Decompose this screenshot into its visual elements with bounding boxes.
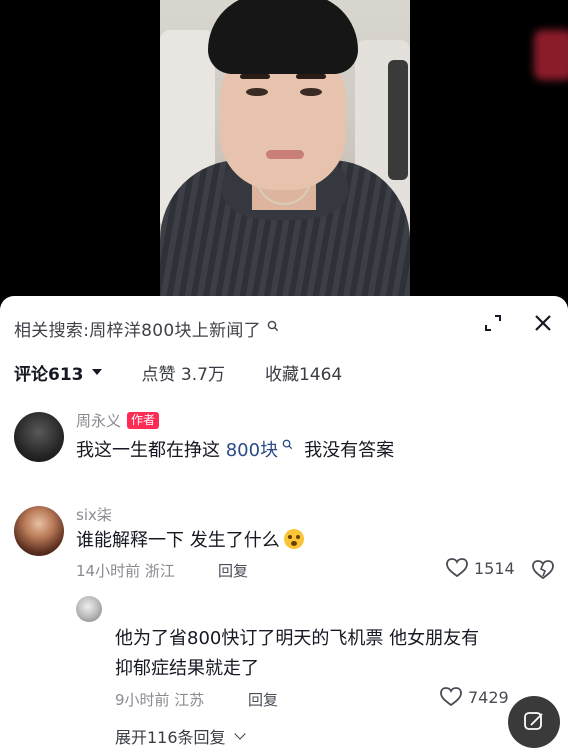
reply-text: 他为了省800快订了明天的飞机票 他女朋友有 抑郁症结果就走了 [115,628,480,679]
comment-text: 我这一生都在挣这 800块 我没有答案 [76,439,395,461]
hair [208,0,358,74]
likes-count: 点赞 3.7万 [141,364,225,385]
keyword-link[interactable]: 800块 [226,440,278,461]
eye-left [246,88,268,96]
chevron-down-icon [233,728,246,740]
mouth [266,150,304,159]
expand-replies-label: 展开116条回复 [115,728,226,747]
related-search[interactable]: 相关搜索:周梓洋800块上新闻了 [14,316,279,341]
reply-button[interactable]: 回复 [248,689,278,710]
comments-panel: 相关搜索:周梓洋800块上新闻了 评论613 点赞 3.7万 收藏1464 周永… [0,296,568,753]
broken-heart-icon[interactable] [532,560,554,580]
window [388,60,408,180]
shocked-emoji-icon [283,529,304,549]
favorites-count-tab[interactable]: 收藏1464 [265,360,342,385]
red-marker [534,30,568,80]
comment-username[interactable]: six柒 [76,504,112,525]
comment-username[interactable]: 周永义 作者 [76,410,160,431]
likes-count-tab[interactable]: 点赞 3.7万 [142,360,225,385]
avatar[interactable] [14,506,64,556]
chevron-down-icon [91,369,102,375]
stats-bar: 评论613 点赞 3.7万 收藏1464 [14,360,382,385]
video-player[interactable] [0,0,568,296]
comments-count: 评论613 [14,364,84,385]
favorites-count: 收藏1464 [264,364,343,385]
avatar[interactable] [14,412,64,462]
like-count: 1514 [474,558,515,578]
edit-icon [524,712,543,730]
heart-icon [440,687,462,707]
author-badge: 作者 [127,412,160,429]
video-frame [160,0,410,296]
comments-count-tab[interactable]: 评论613 [14,360,102,385]
expand-replies-button[interactable]: 展开116条回复 [115,724,246,748]
eye-right [300,88,322,96]
related-search-query[interactable]: 周梓洋800块上新闻了 [89,321,261,341]
username-text: 周永义 [76,412,122,430]
like-count: 7429 [468,687,509,707]
edit-button[interactable] [508,696,560,748]
heart-icon [446,558,468,578]
expand-icon[interactable] [482,312,504,334]
like-button[interactable]: 1514 [446,558,515,578]
brow-right [296,74,326,79]
comment-meta: 14小时前 浙江 [76,562,175,580]
brow-left [240,74,270,79]
related-search-label: 相关搜索: [14,321,90,341]
reply-meta: 9小时前 江苏 [115,691,205,709]
search-icon [263,320,279,335]
comment-text: 谁能解释一下 发生了什么 [76,526,304,556]
like-button[interactable]: 7429 [440,687,509,707]
reply-button[interactable]: 回复 [218,560,248,581]
search-icon [278,439,296,453]
avatar[interactable] [76,596,102,622]
close-icon[interactable] [532,312,554,334]
